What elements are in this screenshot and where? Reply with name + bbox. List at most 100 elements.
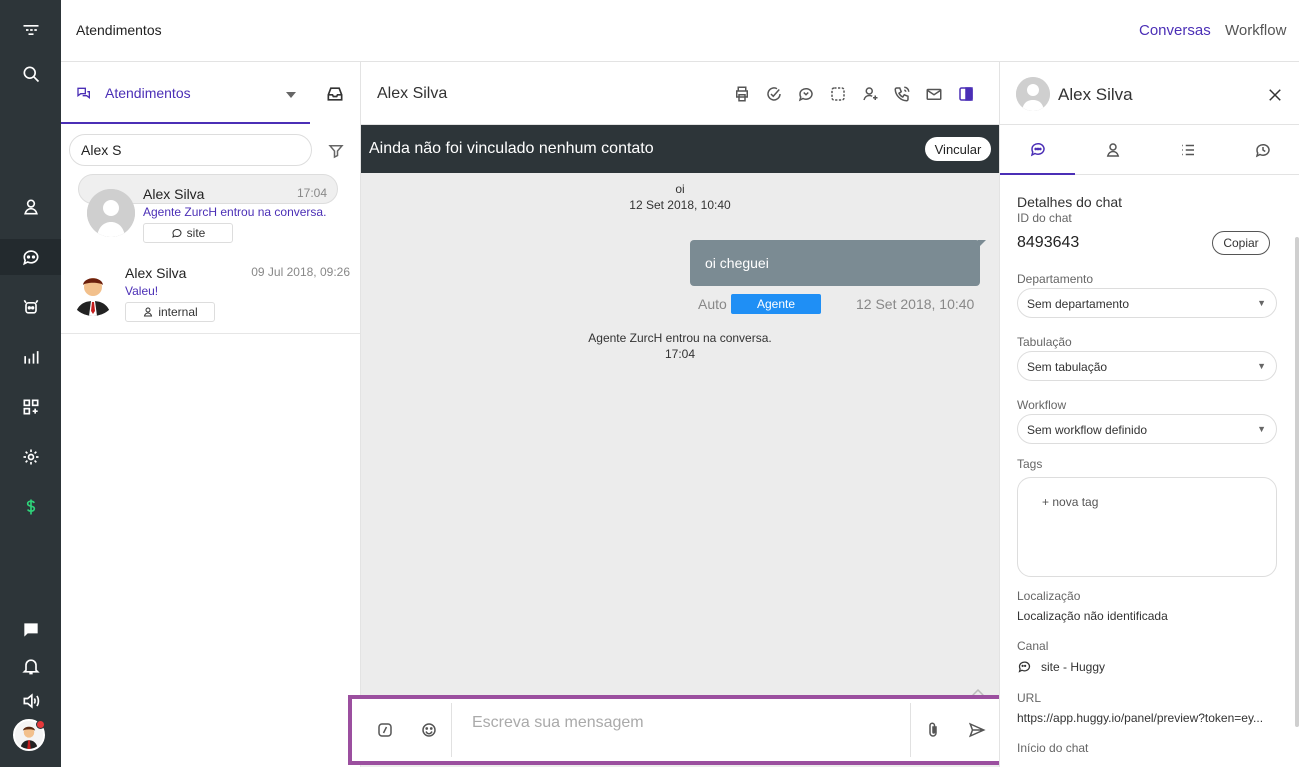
search-box [69, 134, 312, 166]
chat-id-value: 8493643 [1017, 234, 1080, 251]
chat-bubbles-icon [76, 85, 92, 106]
nav-link-conversas[interactable]: Conversas [1139, 22, 1211, 39]
channel-label: internal [158, 305, 198, 319]
billing-icon[interactable] [0, 489, 61, 525]
vincular-button[interactable]: Vincular [925, 137, 991, 161]
inicio-label: Início do chat [1017, 741, 1089, 755]
top-header: Atendimentos Conversas Workflow [61, 0, 1299, 62]
contact-avatar [69, 268, 117, 316]
list-tabbar: Atendimentos [61, 62, 361, 124]
message-icon[interactable] [0, 612, 61, 648]
tab-history[interactable] [1225, 125, 1299, 175]
copy-button[interactable]: Copiar [1212, 231, 1270, 255]
agent-message-bubble: oi cheguei [690, 240, 986, 286]
channel-badge: site [143, 223, 233, 243]
contact-avatar [1016, 77, 1050, 111]
workflow-select[interactable]: Sem workflow definido ▼ [1017, 414, 1277, 444]
contacts-icon[interactable] [0, 189, 61, 225]
apps-icon[interactable] [0, 389, 61, 425]
assign-user-icon[interactable] [860, 84, 880, 104]
conversation-name: Alex Silva [143, 186, 205, 202]
transfer-icon[interactable] [796, 84, 816, 104]
nav-link-workflow[interactable]: Workflow [1225, 22, 1286, 39]
bot-icon[interactable] [0, 289, 61, 325]
chat-icon[interactable] [0, 239, 61, 275]
user-icon [1106, 143, 1119, 157]
toggle-panel-icon[interactable] [956, 84, 976, 104]
message-text: oi [675, 182, 685, 196]
filter-icon[interactable] [327, 142, 345, 165]
search-input[interactable] [81, 135, 291, 165]
conversation-list-panel: Atendimentos Alex Silva 17:04 Agente Zur… [61, 62, 361, 767]
chat-toolbar [732, 84, 976, 104]
attachment-icon[interactable] [924, 721, 942, 744]
tags-box[interactable]: + nova tag [1017, 477, 1277, 577]
departamento-label: Departamento [1017, 272, 1094, 286]
inbox-icon[interactable] [325, 84, 345, 109]
chevron-down-icon: ▼ [1257, 298, 1266, 308]
chat-id-label: ID do chat [1017, 211, 1072, 225]
canal-value: site - Huggy [1041, 659, 1106, 674]
tab-checklist[interactable] [1150, 125, 1225, 175]
phone-icon[interactable] [892, 84, 912, 104]
message-composer [348, 695, 1006, 765]
conversation-item[interactable]: Alex Silva 09 Jul 2018, 09:26 Valeu! int… [61, 254, 360, 334]
details-section-title: Detalhes do chat [1017, 194, 1123, 210]
emoji-icon[interactable] [420, 721, 438, 744]
chevron-down-icon[interactable] [286, 92, 296, 98]
tab-atendimentos[interactable]: Atendimentos [61, 62, 310, 124]
tab-contact[interactable] [1075, 125, 1150, 175]
localizacao-label: Localização [1017, 589, 1081, 603]
chat-contact-name: Alex Silva [377, 85, 448, 102]
quick-reply-icon[interactable] [376, 721, 394, 744]
url-value[interactable]: https://app.huggy.io/panel/preview?token… [1017, 711, 1277, 725]
sound-icon[interactable] [0, 683, 61, 719]
notification-icon[interactable] [0, 648, 61, 684]
email-icon[interactable] [924, 84, 944, 104]
finish-chat-icon[interactable] [764, 84, 784, 104]
departamento-value: Sem departamento [1027, 297, 1130, 311]
conversation-name: Alex Silva [125, 265, 187, 281]
canal-label: Canal [1017, 639, 1049, 653]
print-icon[interactable] [732, 84, 752, 104]
select-icon[interactable] [828, 84, 848, 104]
bubble-text: oi cheguei [705, 255, 769, 271]
workflow-label: Workflow [1017, 398, 1067, 412]
chevron-down-icon: ▼ [1257, 361, 1266, 371]
new-tag-input[interactable]: + nova tag [1042, 495, 1098, 509]
logo-icon[interactable] [0, 12, 61, 48]
search-icon[interactable] [0, 56, 61, 92]
details-panel: Alex Silva Detalhes do chat ID do chat 8… [999, 62, 1299, 767]
tab-atendimentos-label: Atendimentos [105, 85, 191, 101]
whatsapp-chat-icon [171, 228, 182, 238]
tab-chat-details[interactable] [1000, 125, 1075, 175]
conversation-time: 17:04 [296, 186, 327, 200]
details-contact-name: Alex Silva [1058, 85, 1133, 104]
conversation-item[interactable]: Alex Silva 17:04 Agente ZurcH entrou na … [78, 174, 338, 243]
close-icon[interactable] [1266, 86, 1284, 109]
settings-icon[interactable] [0, 439, 61, 475]
history-icon [1255, 143, 1270, 158]
chat-header: Alex Silva [361, 62, 999, 125]
tabulacao-select[interactable]: Sem tabulação ▼ [1017, 351, 1277, 381]
details-scrollbar[interactable] [1295, 237, 1299, 727]
send-icon[interactable] [968, 721, 986, 744]
message-input[interactable] [472, 711, 892, 735]
system-message: Agente ZurcH entrou na conversa. [588, 331, 772, 345]
app-root: Atendimentos Conversas Workflow Atendime… [0, 0, 1299, 767]
reports-icon[interactable] [0, 339, 61, 375]
conversation-last-message: Valeu! [125, 284, 159, 298]
canal-row: site - Huggy [1017, 659, 1105, 674]
chevron-down-icon: ▼ [1257, 424, 1266, 434]
details-header: Alex Silva [1000, 62, 1299, 125]
contact-avatar [87, 189, 135, 237]
conversation-last-message: Agente ZurcH entrou na conversa. [143, 205, 327, 219]
workflow-value: Sem workflow definido [1027, 423, 1148, 437]
composer-divider [910, 703, 911, 757]
composer-divider [451, 703, 452, 757]
system-timestamp: 17:04 [664, 347, 696, 361]
conversation-time: 09 Jul 2018, 09:26 [251, 265, 350, 279]
departamento-select[interactable]: Sem departamento ▼ [1017, 288, 1277, 318]
tags-label: Tags [1017, 457, 1043, 471]
chat-panel: Alex Silva Ainda não foi vinculado nenhu… [361, 62, 999, 767]
